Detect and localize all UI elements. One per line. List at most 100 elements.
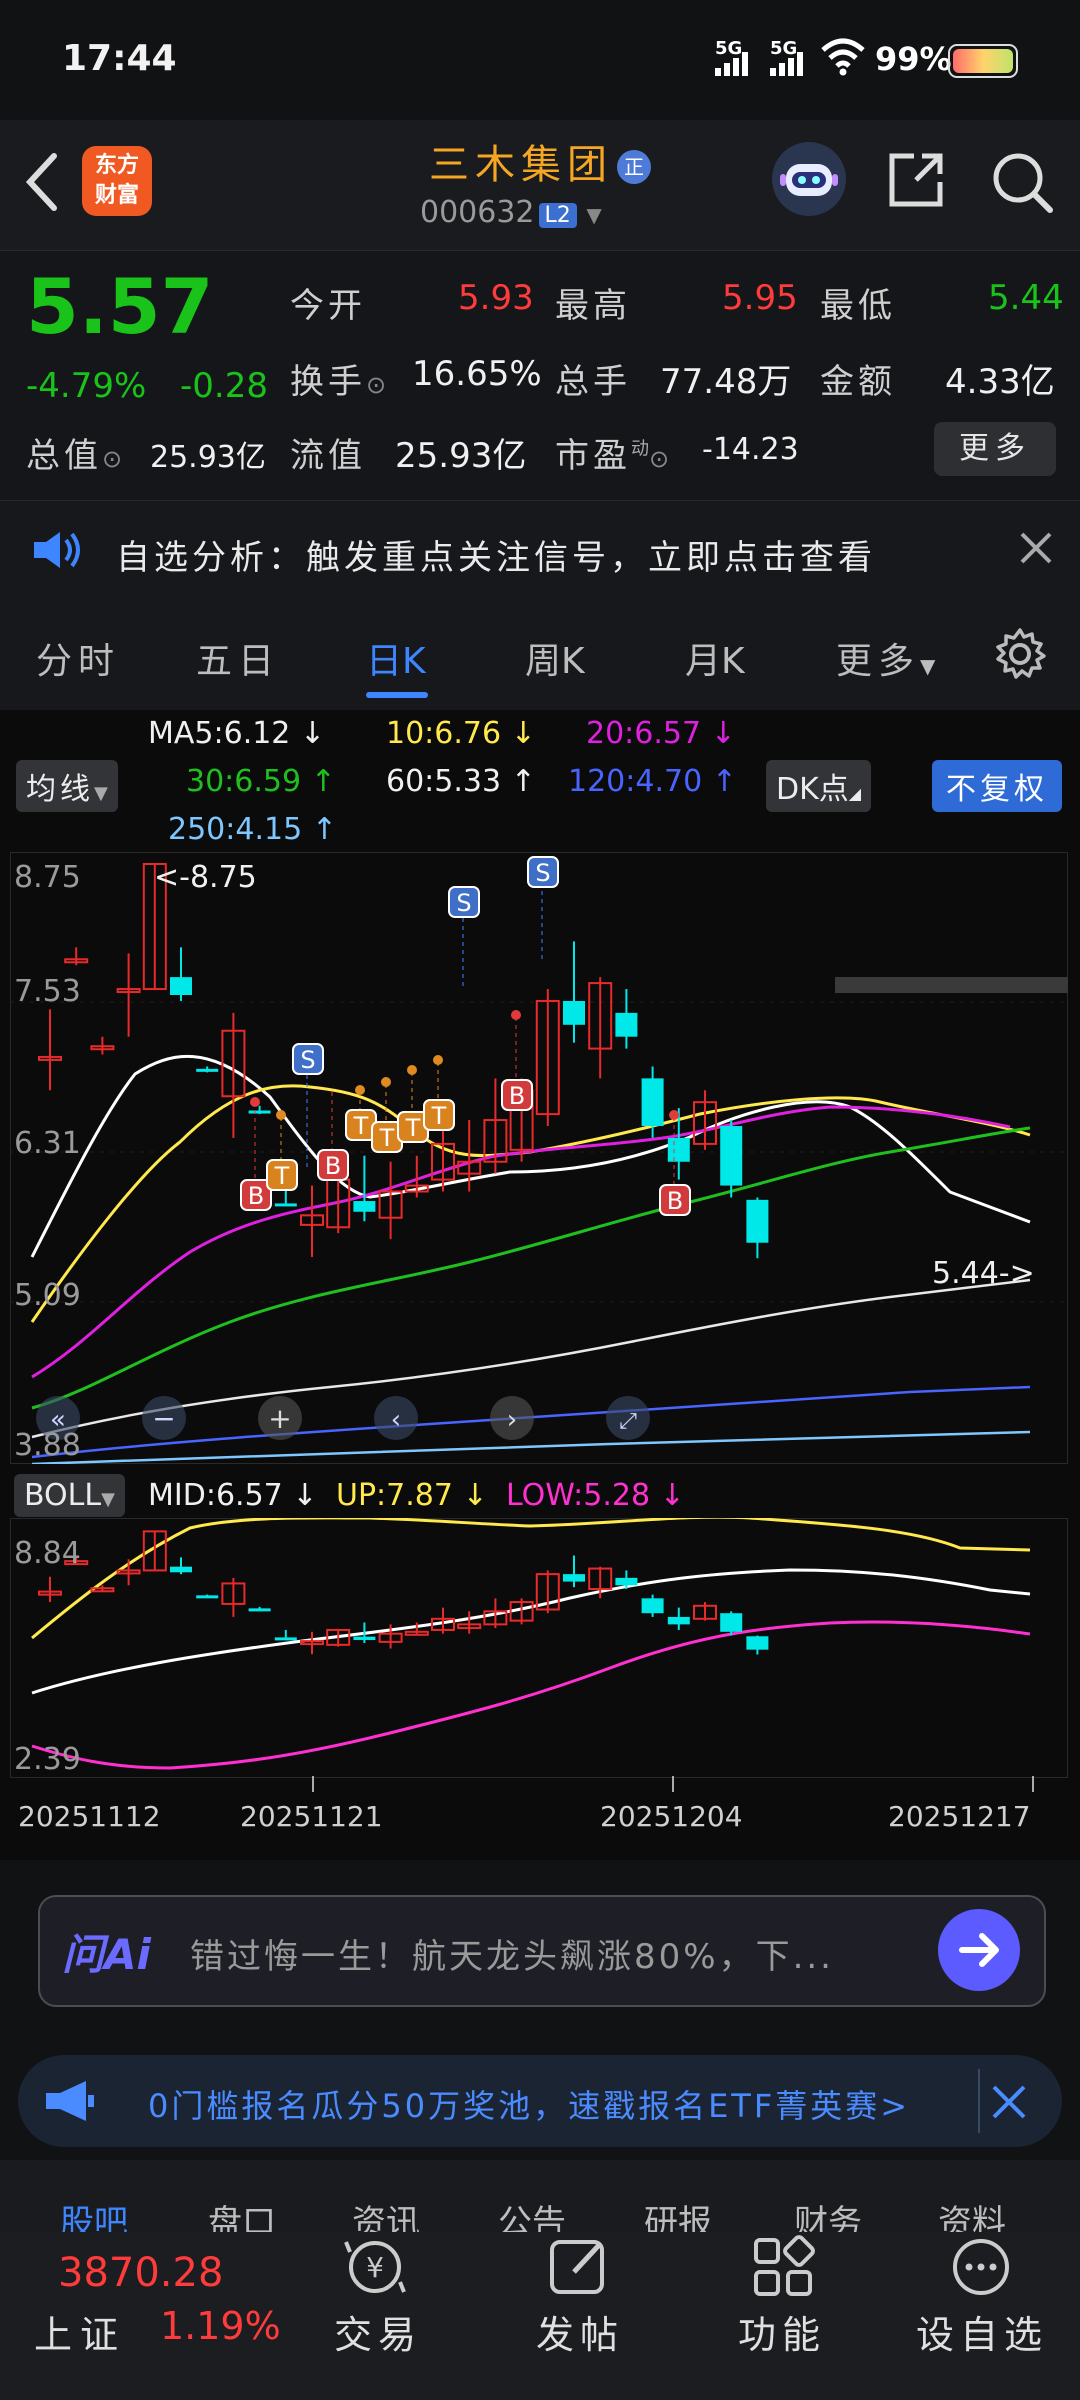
info-icon[interactable]: ⊙ xyxy=(102,445,122,473)
tab-fenshi[interactable]: 分时 xyxy=(36,632,120,684)
dk-point-button[interactable]: DK点◢ xyxy=(766,760,872,812)
settings-gear-icon[interactable] xyxy=(992,626,1048,686)
candle-body xyxy=(563,1574,585,1582)
index-change[interactable]: 1.19% xyxy=(160,2304,281,2348)
close-icon[interactable] xyxy=(1016,528,1056,572)
nav-add-watchlist[interactable]: 设自选 xyxy=(916,2304,1048,2359)
status-bar: 17:44 5G 5G 99% xyxy=(0,0,1080,120)
candle-body xyxy=(353,1201,376,1212)
ai-prompt-text[interactable]: 错过悔一生！航天龙头飙涨80%，下... xyxy=(190,1929,834,1978)
boll-y-top: 8.84 xyxy=(14,1536,81,1571)
wifi-icon xyxy=(820,38,866,80)
more-button[interactable]: 更多 xyxy=(934,422,1056,476)
candle-body xyxy=(196,1068,219,1072)
share-icon[interactable] xyxy=(886,150,946,214)
ma30-label: 30:6.59 ↑ xyxy=(186,764,336,799)
nav-function[interactable]: 功能 xyxy=(738,2304,826,2359)
post-icon[interactable] xyxy=(544,2232,614,2306)
trade-icon[interactable]: ¥ xyxy=(340,2232,410,2306)
notice-text[interactable]: 自选分析：触发重点关注信号，立即点击查看 xyxy=(116,530,876,579)
adjust-button[interactable]: 不复权 xyxy=(932,760,1062,812)
current-price: 5.57 xyxy=(26,262,214,351)
ma10-label: 10:6.76 ↓ xyxy=(386,716,536,751)
tab-rik[interactable]: 日K xyxy=(366,632,426,684)
stock-name[interactable]: 三木集团正 xyxy=(380,132,700,190)
ai-submit-button[interactable] xyxy=(938,1909,1020,1991)
sell-signal-marker: S xyxy=(527,856,559,962)
stock-name-text: 三木集团 xyxy=(429,142,613,188)
candle-body xyxy=(353,1636,376,1640)
divider xyxy=(978,2069,980,2133)
back-icon[interactable] xyxy=(20,150,64,218)
amount-label: 金额 xyxy=(820,362,896,402)
kline-chart[interactable]: S S S B B B B T T T T T « − + ‹ › ⤢ xyxy=(10,852,1068,1464)
min-price-marker: 5.44-> xyxy=(932,1256,1035,1291)
low-label: 最低 xyxy=(820,286,896,326)
candle-body xyxy=(170,977,192,996)
tab-wuri[interactable]: 五日 xyxy=(196,632,280,684)
pe-value: -14.23 xyxy=(702,432,799,467)
float-value: 25.93亿 xyxy=(395,436,527,476)
signal-icon-2 xyxy=(770,52,810,80)
eastmoney-logo[interactable]: 东方 财富 xyxy=(82,146,152,216)
ma250-line xyxy=(31,1430,1031,1464)
x-label-3: 20251204 xyxy=(600,1800,743,1833)
search-icon[interactable] xyxy=(990,150,1054,218)
ai-question-bar[interactable]: 问Ai 错过悔一生！航天龙头飙涨80%，下... xyxy=(38,1895,1046,2007)
buy-signal-marker: B xyxy=(240,1097,272,1211)
t-signal-marker: T xyxy=(423,1055,455,1131)
robot-assistant-icon[interactable] xyxy=(772,142,846,216)
svg-text:T: T xyxy=(353,1112,369,1140)
pe-superscript: 动 xyxy=(631,438,649,460)
svg-text:¥: ¥ xyxy=(366,2251,384,2284)
tab-more[interactable]: 更多▼ xyxy=(836,632,941,684)
promo-text[interactable]: 0门槛报名瓜分50万奖池，速戳报名ETF菁英赛> xyxy=(148,2081,910,2127)
x-tick xyxy=(1032,1776,1034,1792)
svg-text:›: › xyxy=(507,1405,517,1435)
close-icon[interactable] xyxy=(990,2083,1028,2125)
y-label-2: 7.53 xyxy=(14,974,81,1009)
ma20-label: 20:6.57 ↓ xyxy=(586,716,736,751)
y-label-3: 6.31 xyxy=(14,1126,81,1161)
x-label-4: 20251217 xyxy=(888,1800,1031,1833)
index-value[interactable]: 3870.28 xyxy=(58,2250,223,2296)
boll-low-label: LOW:5.28 ↓ xyxy=(506,1478,685,1513)
y-label-4: 5.09 xyxy=(14,1278,81,1313)
dropdown-arrow-icon: ▼ xyxy=(920,654,942,678)
logo-text-2: 财富 xyxy=(94,183,139,208)
ma-selector[interactable]: 均线▼ xyxy=(16,760,118,812)
promo-banner[interactable]: 0门槛报名瓜分50万奖池，速戳报名ETF菁英赛> xyxy=(18,2055,1062,2147)
change-percent: -4.79% xyxy=(26,366,147,406)
function-grid-icon[interactable] xyxy=(748,2232,818,2306)
ma10-line xyxy=(30,1084,1031,1323)
boll-low-line xyxy=(31,1620,1031,1770)
ma120-label: 120:4.70 ↑ xyxy=(568,764,737,799)
nav-trade[interactable]: 交易 xyxy=(334,2304,422,2359)
tab-zhouk[interactable]: 周K xyxy=(525,632,585,684)
nav-post[interactable]: 发帖 xyxy=(536,2304,624,2359)
candle-body xyxy=(274,1637,297,1641)
candle-body xyxy=(641,1078,664,1127)
battery-percent: 99% xyxy=(875,40,952,78)
boll-y-bottom: 2.39 xyxy=(14,1742,81,1777)
l2-badge: L2 xyxy=(538,203,577,228)
boll-selector[interactable]: BOLL▼ xyxy=(14,1474,125,1517)
svg-text:‹: ‹ xyxy=(391,1405,401,1435)
candle-body xyxy=(170,1566,192,1573)
stock-code-row[interactable]: 000632 L2 ▼ xyxy=(420,195,602,230)
info-icon[interactable]: ⊙ xyxy=(649,445,669,473)
candle-body xyxy=(196,1595,219,1599)
active-tab-indicator xyxy=(366,692,428,698)
turnover-value: 16.65% xyxy=(412,354,542,394)
boll-chart[interactable] xyxy=(10,1518,1068,1778)
candle-body xyxy=(615,1577,638,1586)
volume-value: 77.48万 xyxy=(660,362,792,402)
index-name[interactable]: 上证 xyxy=(34,2304,126,2359)
info-icon[interactable]: ⊙ xyxy=(366,371,386,399)
more-dots-icon[interactable] xyxy=(946,2232,1016,2306)
svg-text:B: B xyxy=(509,1082,525,1110)
open-value: 5.93 xyxy=(458,278,534,318)
candle-body xyxy=(641,1598,664,1614)
svg-text:B: B xyxy=(248,1182,264,1210)
tab-yuek[interactable]: 月K xyxy=(685,632,745,684)
